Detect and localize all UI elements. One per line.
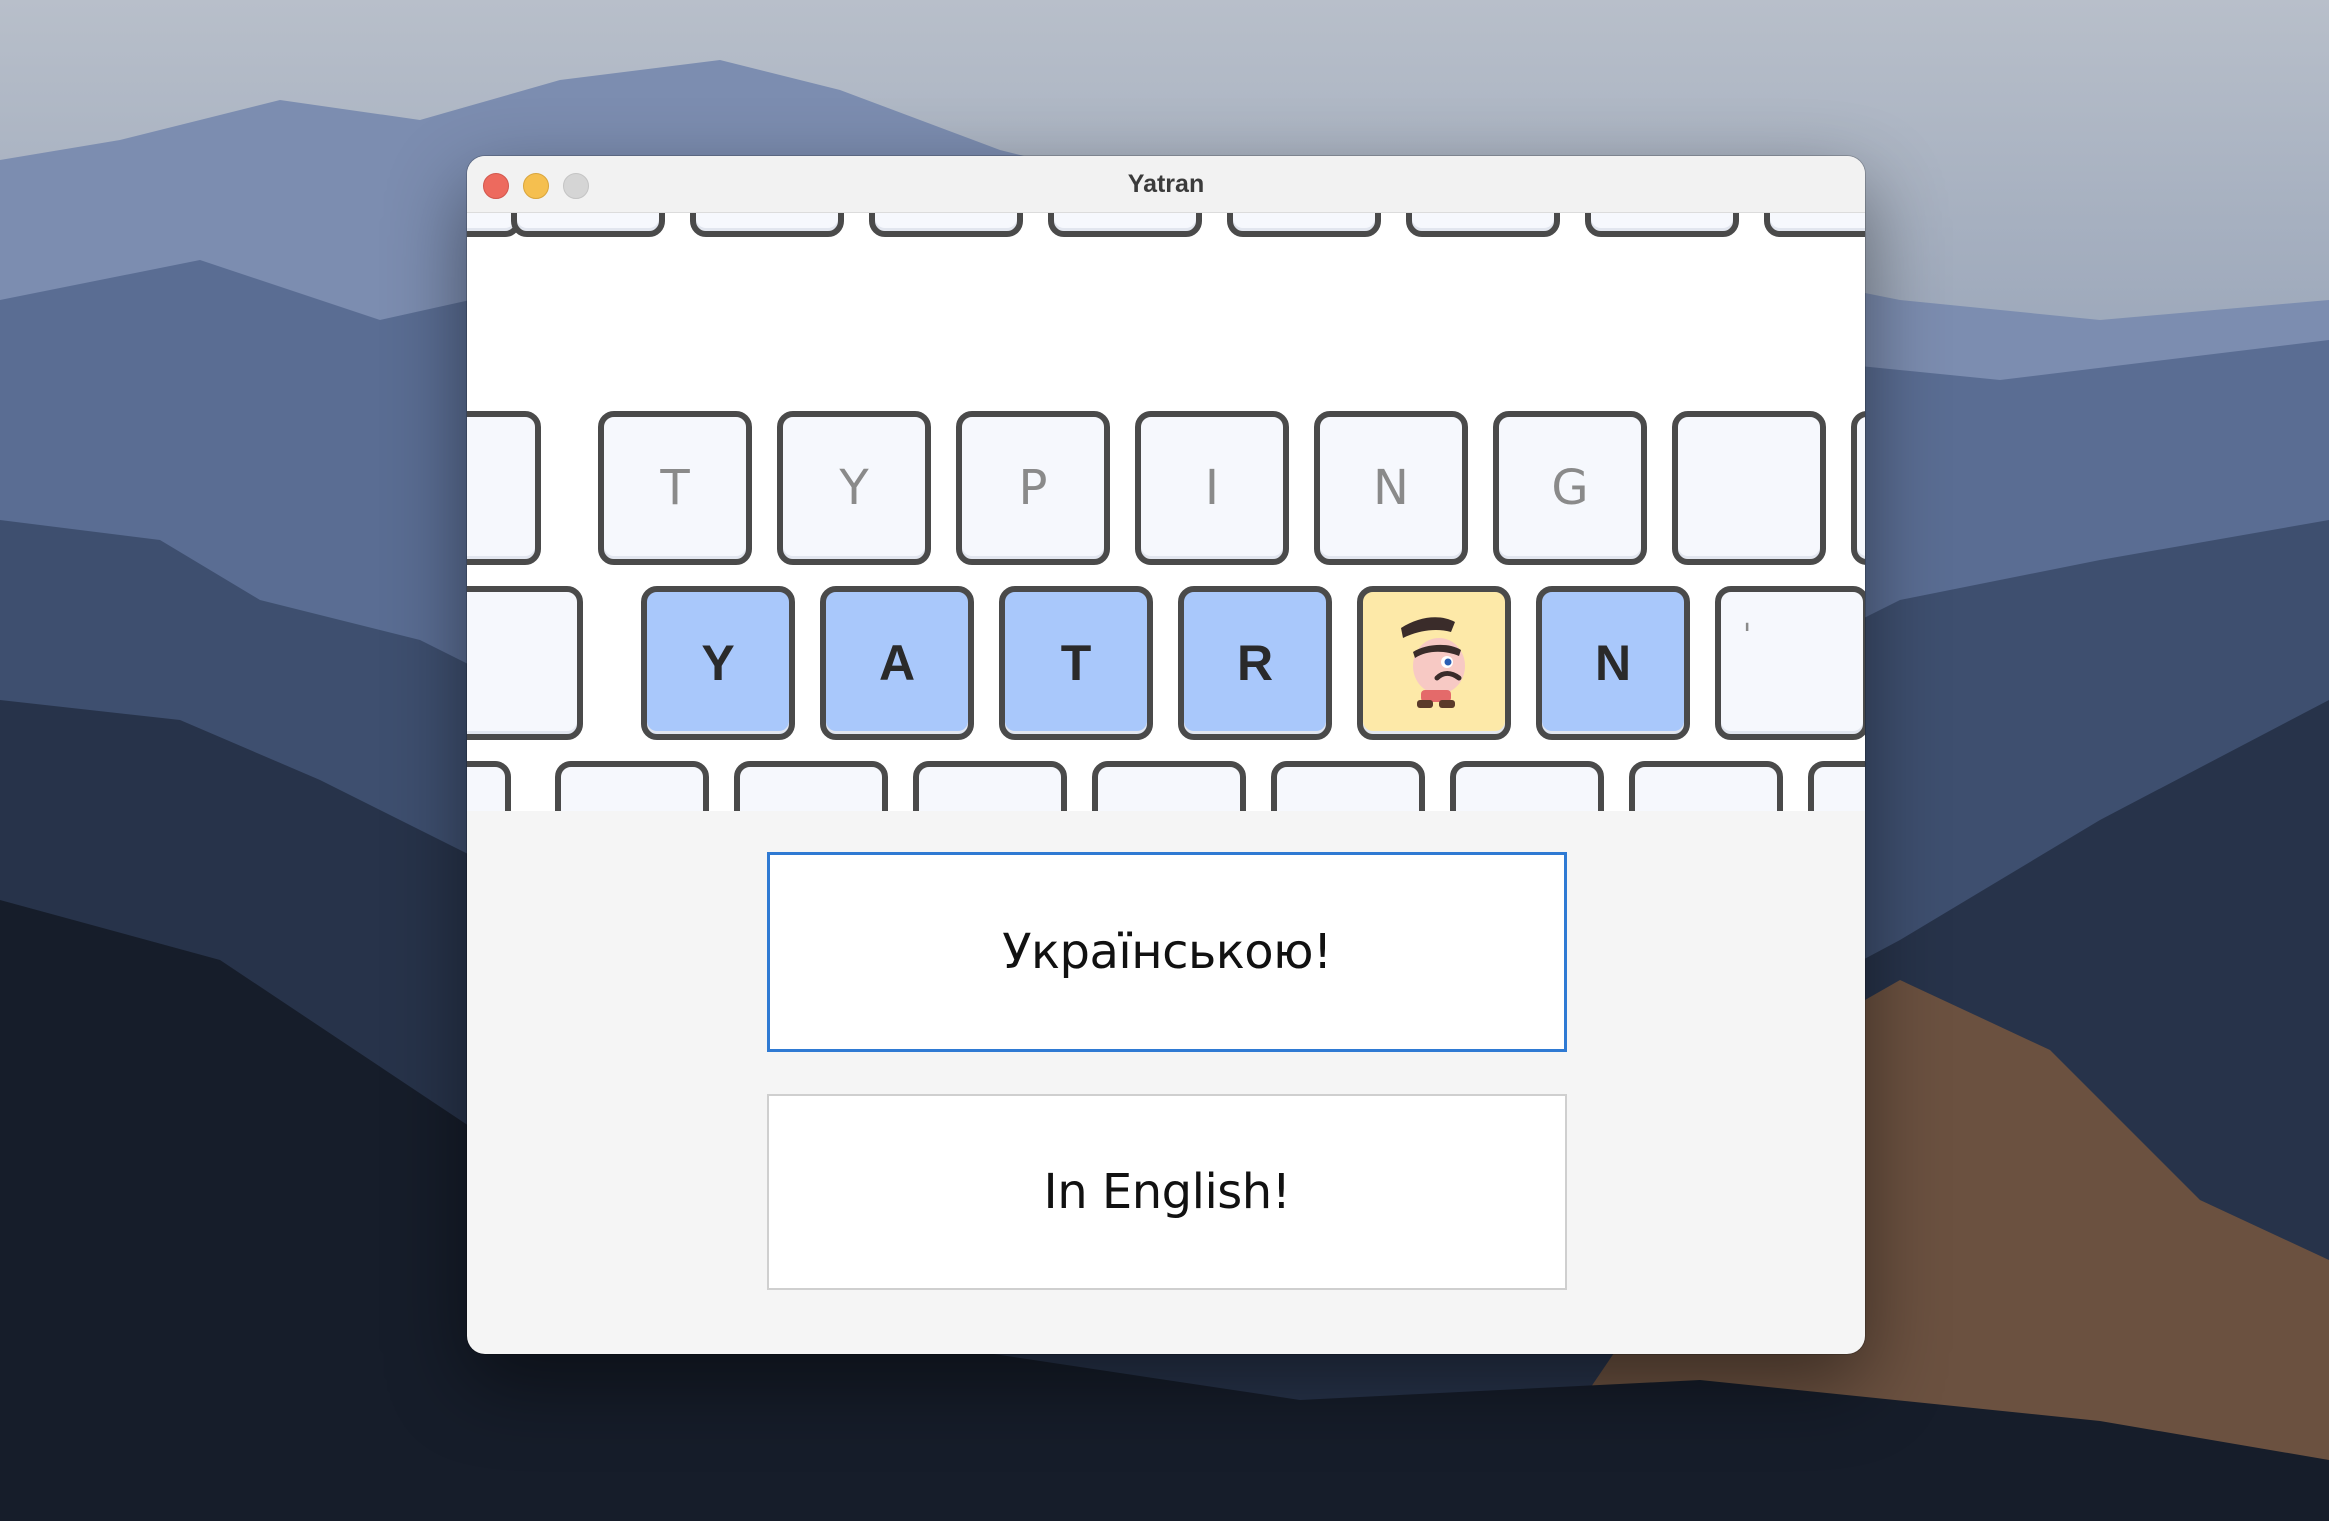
keyboard-graphic: T Y P I N G Y A T R N ' xyxy=(467,213,1865,811)
keyboard-key xyxy=(1851,411,1865,565)
keyboard-key-y: Y xyxy=(777,411,931,565)
keyboard-key-p: P xyxy=(956,411,1110,565)
keyboard-key xyxy=(1227,213,1381,237)
keyboard-key xyxy=(511,213,665,237)
keyboard-key xyxy=(1629,761,1783,811)
keyboard-key xyxy=(869,213,1023,237)
keyboard-key-n-highlighted: N xyxy=(1536,586,1690,740)
keyboard-key-y-highlighted: Y xyxy=(641,586,795,740)
keyboard-key-i: I xyxy=(1135,411,1289,565)
window-title: Yatran xyxy=(1127,170,1205,198)
keyboard-key xyxy=(1585,213,1739,237)
keyboard-key-g: G xyxy=(1493,411,1647,565)
keyboard-key xyxy=(555,761,709,811)
keyboard-key-t: T xyxy=(734,761,888,811)
keyboard-key xyxy=(467,411,541,565)
english-button[interactable]: In English! xyxy=(767,1094,1567,1290)
keyboard-key-n: N xyxy=(1314,411,1468,565)
keyboard-key-u: U xyxy=(913,761,1067,811)
mascot-icon xyxy=(1401,617,1465,708)
keyboard-key xyxy=(1406,213,1560,237)
keyboard-key-a-highlighted: A xyxy=(820,586,974,740)
keyboard-key-t: T xyxy=(598,411,752,565)
keyboard-key xyxy=(1808,761,1865,811)
keyboard-key xyxy=(467,761,511,811)
keyboard-key-r: R xyxy=(1450,761,1604,811)
keyboard-key xyxy=(1764,213,1865,237)
keyboard-key-r-highlighted: R xyxy=(1178,586,1332,740)
mascot-key xyxy=(1357,586,1511,740)
keyboard-key xyxy=(690,213,844,237)
keyboard-key-t-highlighted: T xyxy=(999,586,1153,740)
app-window: Yatran T Y P I N G Y A T R N ' Українськ… xyxy=(467,156,1865,1354)
title-bar[interactable]: Yatran xyxy=(467,156,1865,213)
keyboard-key xyxy=(1672,411,1826,565)
ukrainian-button[interactable]: Українською! xyxy=(767,852,1567,1052)
keyboard-key xyxy=(467,586,583,740)
keyboard-key xyxy=(1048,213,1202,237)
keyboard-key-apostrophe: ' xyxy=(1715,586,1865,740)
keyboard-key-t: T xyxy=(1092,761,1246,811)
keyboard-key-o: O xyxy=(1271,761,1425,811)
